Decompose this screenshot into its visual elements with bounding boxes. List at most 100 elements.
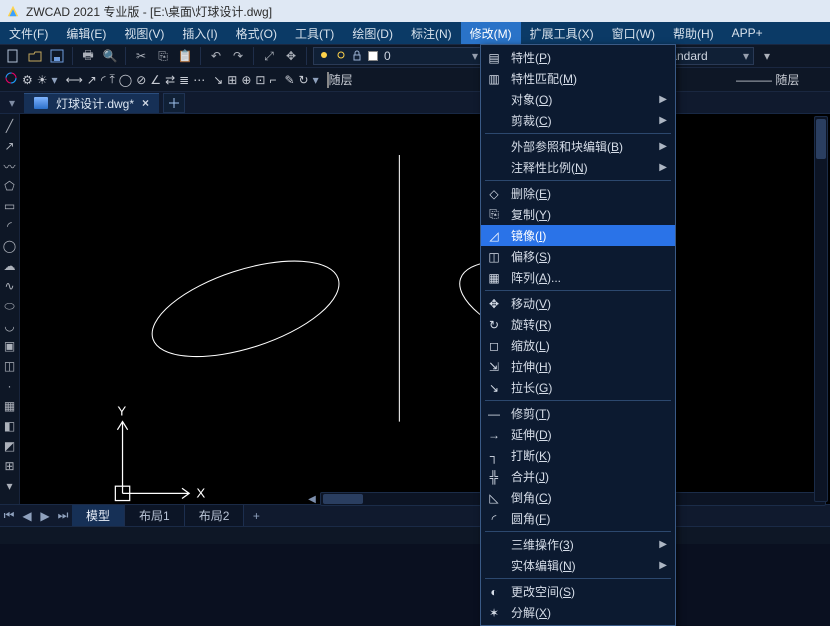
menu-item[interactable]: ▤特性(P) [481, 47, 675, 68]
polygon-icon[interactable]: ⬠ [2, 178, 18, 194]
overflow-icon[interactable]: ▾ [2, 478, 18, 494]
menu-item[interactable]: 对象(O)▶ [481, 89, 675, 110]
rectangle-icon[interactable]: ▭ [2, 198, 18, 214]
menu-item[interactable]: ◫偏移(S) [481, 246, 675, 267]
xline-icon[interactable]: ↗ [2, 138, 18, 154]
menu-item[interactable]: 扩展工具(X) [521, 22, 603, 44]
dim-update-icon[interactable]: ↻ [299, 73, 309, 87]
menu-item[interactable]: 帮助(H) [664, 22, 723, 44]
preview-icon[interactable]: 🔍 [101, 47, 119, 65]
layout-tab[interactable]: 布局1 [125, 505, 185, 527]
modify-menu-dropdown[interactable]: ▤特性(P)▥特性匹配(M)对象(O)▶剪裁(C)▶外部参照和块编辑(B)▶注释… [480, 44, 676, 626]
tab-last-icon[interactable]: ⏭ [54, 507, 72, 525]
menu-item[interactable]: 标注(N) [402, 22, 461, 44]
menu-item[interactable]: 外部参照和块编辑(B)▶ [481, 136, 675, 157]
close-icon[interactable]: × [142, 96, 149, 110]
menu-item[interactable]: ◺倒角(C) [481, 487, 675, 508]
undo-icon[interactable]: ↶ [207, 47, 225, 65]
dim-radius-icon[interactable]: ◯ [119, 73, 132, 87]
dim-continue-icon[interactable]: ⋯ [193, 73, 205, 87]
dim-ord-icon[interactable]: ⤒ [109, 72, 114, 87]
menu-item[interactable]: ◐更改空间(S) [481, 581, 675, 602]
sun-toggle-icon[interactable]: ☀ [37, 73, 48, 87]
menu-item[interactable]: ⇲拉伸(H) [481, 356, 675, 377]
menu-item[interactable]: ◻缩放(L) [481, 335, 675, 356]
menu-item[interactable]: 三维操作(3)▶ [481, 534, 675, 555]
menu-item[interactable]: 视图(V) [115, 22, 173, 44]
leader-icon[interactable]: ↘ [213, 73, 223, 87]
chevron-down-icon[interactable]: ▾ [313, 73, 319, 87]
menu-item[interactable]: 修改(M) [461, 22, 521, 44]
tab-next-icon[interactable]: ▶ [36, 507, 54, 525]
new-icon[interactable] [4, 47, 22, 65]
ellipse-icon[interactable]: ⬭ [2, 298, 18, 314]
menu-item[interactable]: 窗口(W) [603, 22, 664, 44]
menu-item[interactable]: —修剪(T) [481, 403, 675, 424]
menu-item[interactable]: ✶分解(X) [481, 602, 675, 623]
dim-aligned-icon[interactable]: ↗ [87, 73, 97, 87]
scroll-left-icon[interactable]: ◀ [305, 493, 319, 505]
zoom-icon[interactable]: ⤢ [260, 47, 278, 65]
insert-block-icon[interactable]: ▣ [2, 338, 18, 354]
redo-icon[interactable]: ↷ [229, 47, 247, 65]
point-icon[interactable]: · [2, 378, 18, 394]
menu-item[interactable]: ◿镜像(I) [481, 225, 675, 246]
tab-first-icon[interactable]: ⏮ [0, 507, 18, 525]
dim-linear-icon[interactable]: ⟷ [66, 73, 83, 87]
new-tab-button[interactable] [163, 93, 185, 113]
chevron-down-icon[interactable]: ▾ [52, 73, 58, 87]
menu-item[interactable]: ┐打断(K) [481, 445, 675, 466]
layer-combo[interactable]: 0 ▾ [313, 47, 483, 65]
copy-icon[interactable]: ⎘ [154, 47, 172, 65]
menu-item[interactable]: ╬合并(J) [481, 466, 675, 487]
arc-icon[interactable]: ◜ [2, 218, 18, 234]
menu-item[interactable]: ▥特性匹配(M) [481, 68, 675, 89]
menu-item[interactable]: 文件(F) [0, 22, 57, 44]
menu-item[interactable]: 剪裁(C)▶ [481, 110, 675, 131]
save-icon[interactable] [48, 47, 66, 65]
jog-icon[interactable]: ⌐ [269, 73, 276, 87]
menu-item[interactable]: 插入(I) [173, 22, 226, 44]
toolbar-overflow-icon[interactable]: ▾ [758, 47, 776, 65]
spline-icon[interactable]: ∿ [2, 278, 18, 294]
add-layout-button[interactable]: + [244, 509, 268, 523]
dim-angle-icon[interactable]: ∠ [150, 73, 161, 87]
menu-item[interactable]: ↘拉长(G) [481, 377, 675, 398]
tolerance-icon[interactable]: ⊞ [227, 73, 237, 87]
layout-tab[interactable]: 布局2 [185, 505, 245, 527]
menu-bar[interactable]: 文件(F)编辑(E)视图(V)插入(I)格式(O)工具(T)绘图(D)标注(N)… [0, 22, 830, 44]
pan-icon[interactable]: ✥ [282, 47, 300, 65]
menu-item[interactable]: ▦阵列(A)... [481, 267, 675, 288]
gradient-icon[interactable]: ◧ [2, 418, 18, 434]
dim-arc-icon[interactable]: ◜ [101, 73, 106, 87]
open-icon[interactable] [26, 47, 44, 65]
tab-prev-icon[interactable]: ◀ [18, 507, 36, 525]
cut-icon[interactable]: ✂ [132, 47, 150, 65]
menu-item[interactable]: ◜圆角(F) [481, 508, 675, 529]
polyline-icon[interactable]: 〰 [2, 158, 18, 174]
paste-icon[interactable]: 📋 [176, 47, 194, 65]
menu-item[interactable]: ✥移动(V) [481, 293, 675, 314]
menu-item[interactable]: 编辑(E) [57, 22, 115, 44]
menu-item[interactable]: ◇删除(E) [481, 183, 675, 204]
menu-item[interactable]: ⎘复制(Y) [481, 204, 675, 225]
menu-item[interactable]: APP+ [723, 22, 772, 44]
menu-item[interactable]: 格式(O) [227, 22, 286, 44]
linetype-combo[interactable]: ——— 随层 [736, 71, 826, 88]
region-icon[interactable]: ◩ [2, 438, 18, 454]
print-icon[interactable]: 🖶 [79, 47, 97, 65]
menu-item[interactable]: 绘图(D) [343, 22, 402, 44]
edit-dim-icon[interactable]: ✎ [284, 73, 294, 87]
gear-icon[interactable]: ⚙ [22, 73, 33, 87]
menu-item[interactable]: 工具(T) [286, 22, 343, 44]
make-block-icon[interactable]: ◫ [2, 358, 18, 374]
scrollbar-thumb[interactable] [323, 494, 363, 504]
ellipse-arc-icon[interactable]: ◡ [2, 318, 18, 334]
menu-item[interactable]: 实体编辑(N)▶ [481, 555, 675, 576]
layout-tab[interactable]: 模型 [72, 505, 125, 527]
hatch-icon[interactable]: ▦ [2, 398, 18, 414]
document-tab[interactable]: 灯球设计.dwg* × [24, 93, 159, 113]
dim-diameter-icon[interactable]: ⊘ [136, 73, 146, 87]
tab-scroll-left-icon[interactable]: ▾ [4, 96, 20, 110]
table-icon[interactable]: ⊞ [2, 458, 18, 474]
